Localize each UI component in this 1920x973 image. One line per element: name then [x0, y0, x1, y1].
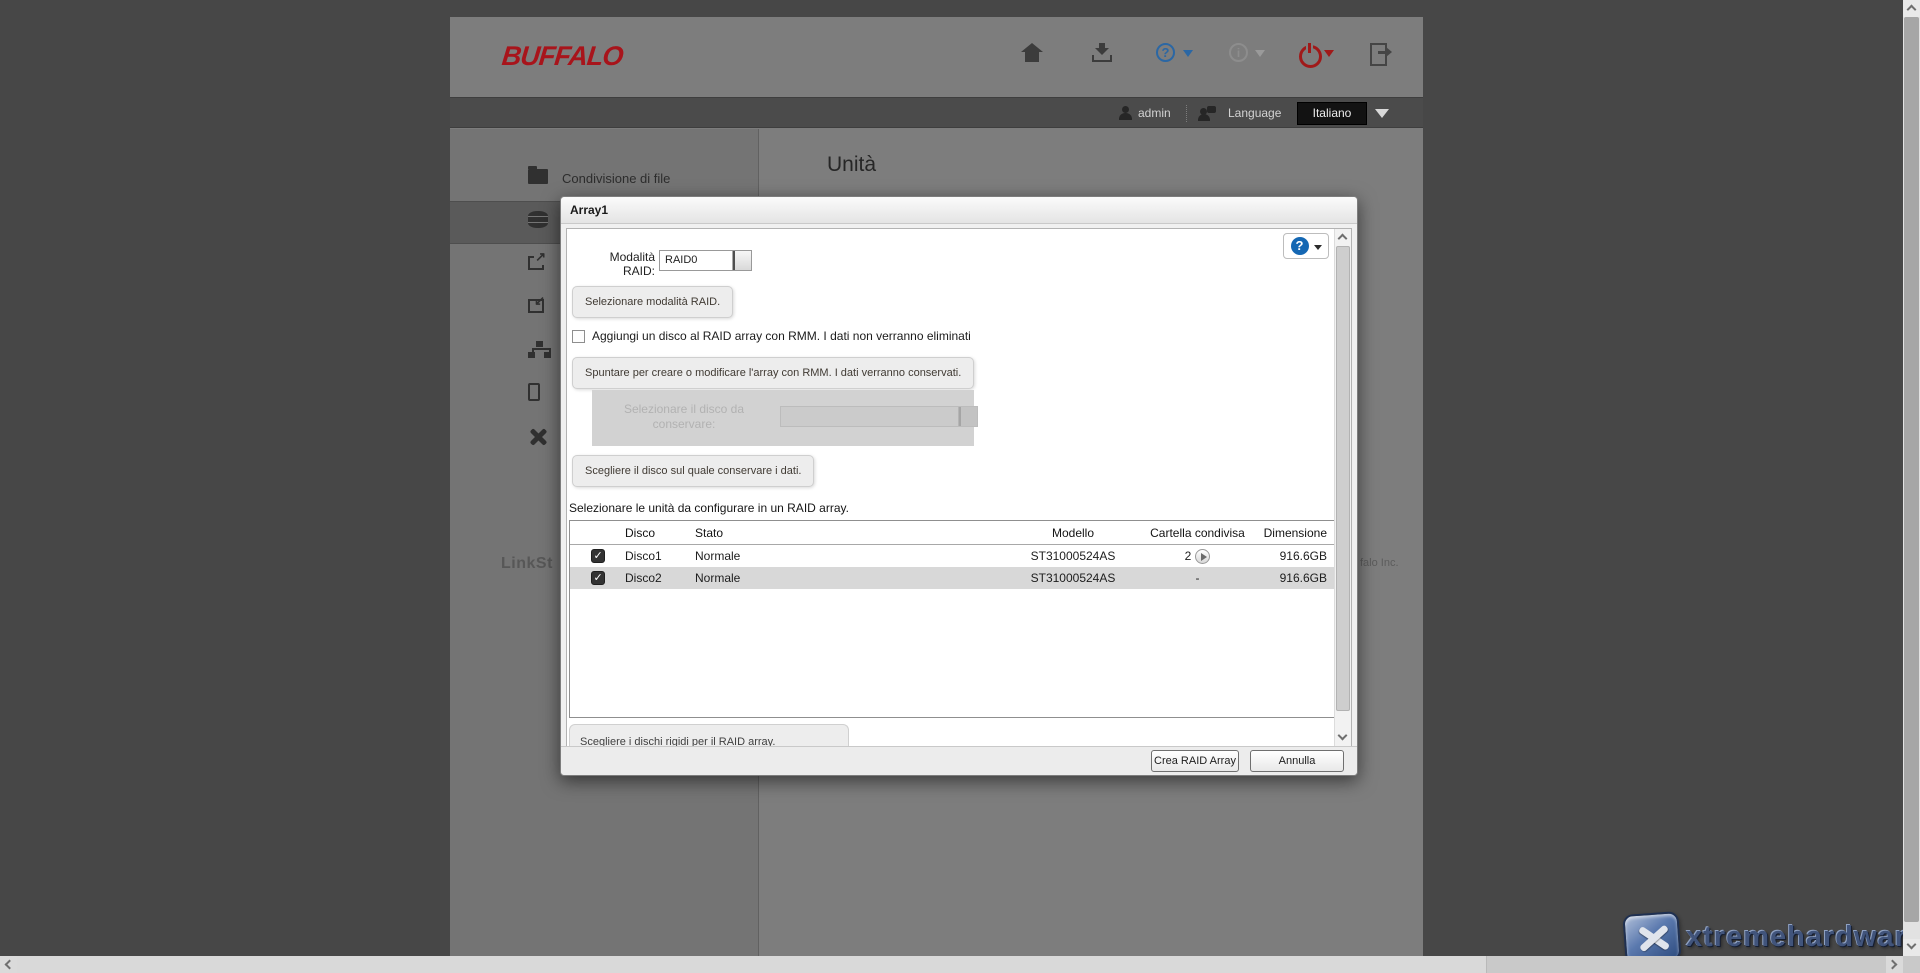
- status-hint: Scegliere i dischi rigidi per il RAID ar…: [569, 724, 849, 747]
- cell-modello: ST31000524AS: [1005, 549, 1141, 563]
- disk-stack-icon[interactable]: [528, 211, 548, 228]
- cancel-button[interactable]: Annulla: [1250, 750, 1344, 772]
- box-arrow-in-icon[interactable]: [528, 299, 544, 313]
- logout-arrow: [1386, 47, 1392, 57]
- buffalo-logo: BUFFALO: [500, 41, 624, 72]
- table-row-disco1[interactable]: Disco1 Normale ST31000524AS 2 916.6GB: [570, 545, 1334, 567]
- download-icon[interactable]: [1092, 43, 1112, 62]
- cell-dimensione: 916.6GB: [1254, 549, 1332, 563]
- browser-horizontal-scrollbar[interactable]: [0, 956, 1920, 973]
- chevron-down-icon: [959, 407, 961, 426]
- scroll-up-icon[interactable]: [1903, 0, 1920, 17]
- scroll-right-icon[interactable]: [1886, 956, 1903, 973]
- raid-mode-label: Modalità RAID:: [575, 250, 655, 278]
- column-stato: Stato: [695, 526, 1005, 540]
- user-icon: [1118, 106, 1132, 120]
- raid-mode-select[interactable]: RAID0: [659, 250, 752, 271]
- chevron-down-icon: [733, 251, 735, 270]
- page-header: BUFFALO ? i: [450, 17, 1423, 97]
- help-icon[interactable]: ?: [1156, 43, 1175, 62]
- help-caret-icon[interactable]: [1183, 50, 1193, 57]
- scroll-down-icon[interactable]: [1903, 939, 1920, 956]
- folder-icon: [528, 169, 548, 184]
- speech-bubble: [1207, 106, 1216, 113]
- column-disco: Disco: [625, 526, 695, 540]
- keep-disk-disabled-panel: Selezionare il disco da conservare:: [592, 390, 974, 446]
- userbar-divider: [1186, 105, 1187, 122]
- dialog-scrollbar[interactable]: [1334, 229, 1351, 746]
- disk-table: Disco Stato Modello Cartella condivisa D…: [569, 520, 1335, 718]
- language-label: Language: [1228, 106, 1281, 120]
- scroll-up-icon[interactable]: [1335, 229, 1352, 245]
- dialog-content: ? Modalità RAID: RAID0 Selezionare modal…: [566, 228, 1352, 747]
- xtremehardware-watermark: xtremehardware.com: [1624, 913, 1920, 962]
- power-icon[interactable]: [1299, 43, 1318, 62]
- power-caret-icon[interactable]: [1324, 50, 1334, 57]
- scroll-down-icon[interactable]: [1335, 730, 1352, 746]
- vertical-scrollbar-thumb[interactable]: [1904, 17, 1919, 922]
- row-checkbox-checked[interactable]: [591, 571, 605, 585]
- disk-table-header: Disco Stato Modello Cartella condivisa D…: [570, 521, 1334, 545]
- select-units-label: Selezionare le unità da configurare in u…: [569, 501, 849, 515]
- row-checkbox-checked[interactable]: [591, 549, 605, 563]
- cell-dimensione: 916.6GB: [1254, 571, 1332, 585]
- browser-vertical-scrollbar[interactable]: [1903, 0, 1920, 956]
- network-icon[interactable]: [528, 341, 550, 360]
- box-arrow-out-icon[interactable]: [528, 256, 544, 270]
- keep-disk-label: Selezionare il disco da conservare:: [604, 402, 764, 432]
- home-door: [1030, 56, 1034, 62]
- sidebar-item-label: Condivisione di file: [562, 171, 670, 186]
- table-row-disco2[interactable]: Disco2 Normale ST31000524AS - 916.6GB: [570, 567, 1334, 589]
- logout-icon[interactable]: [1370, 43, 1392, 62]
- rmm-hint: Spuntare per creare o modificare l'array…: [572, 357, 974, 389]
- page-title: Unità: [827, 153, 876, 177]
- cell-disco: Disco1: [625, 549, 695, 563]
- create-raid-array-button[interactable]: Crea RAID Array: [1151, 750, 1239, 772]
- user-language-bar: admin Language Italiano: [450, 97, 1423, 128]
- copyright-text: falo Inc.: [1360, 557, 1399, 569]
- tools-icon[interactable]: [528, 427, 548, 447]
- dialog-title: Array1: [561, 197, 1357, 224]
- cell-cartella: -: [1141, 571, 1254, 585]
- cell-modello: ST31000524AS: [1005, 571, 1141, 585]
- keep-disk-hint: Scegliere il disco sul quale conservare …: [572, 455, 814, 487]
- cell-cartella: 2: [1185, 549, 1192, 563]
- download-tray: [1092, 55, 1112, 62]
- linkstation-logo: LinkSt: [501, 555, 553, 573]
- raid-mode-hint: Selezionare modalità RAID.: [572, 286, 733, 318]
- language-caret-icon[interactable]: [1375, 109, 1389, 118]
- rmm-checkbox-label[interactable]: Aggiungi un disco al RAID array con RMM.…: [592, 329, 971, 343]
- select-dropdown-button[interactable]: [732, 251, 751, 270]
- raid-array-dialog: Array1 ? Modalità RAID: RAID0 Selezionar…: [560, 196, 1358, 776]
- play-icon[interactable]: [1195, 549, 1210, 564]
- language-icon: [1198, 106, 1216, 121]
- info-caret-icon[interactable]: [1255, 50, 1265, 57]
- column-cartella-condivisa: Cartella condivisa: [1141, 526, 1254, 540]
- select-dropdown-button-disabled: [958, 407, 977, 426]
- raid-mode-value: RAID0: [665, 254, 697, 266]
- column-modello: Modello: [1005, 526, 1141, 540]
- help-circle-icon: ?: [1291, 237, 1309, 255]
- dialog-help-button[interactable]: ?: [1283, 233, 1329, 259]
- scrollbar-thumb[interactable]: [1336, 246, 1350, 711]
- keep-disk-select: [780, 406, 978, 427]
- language-select[interactable]: Italiano: [1297, 102, 1367, 125]
- sidebar-item-file-sharing[interactable]: Condivisione di file: [450, 158, 758, 201]
- home-icon[interactable]: [1021, 43, 1043, 63]
- rmm-checkbox[interactable]: [572, 330, 585, 343]
- help-caret-icon: [1314, 245, 1322, 250]
- mobile-icon[interactable]: [528, 383, 540, 401]
- cell-disco: Disco2: [625, 571, 695, 585]
- column-dimensione: Dimensione: [1254, 526, 1332, 540]
- scroll-left-icon[interactable]: [0, 956, 17, 973]
- cell-stato: Normale: [695, 549, 1005, 563]
- watermark-text: xtremehardware.com: [1686, 921, 1920, 954]
- username-label: admin: [1138, 106, 1171, 120]
- dialog-footer: Crea RAID Array Annulla: [561, 746, 1357, 775]
- info-icon[interactable]: i: [1229, 43, 1248, 62]
- cell-stato: Normale: [695, 571, 1005, 585]
- horizontal-scrollbar-thumb[interactable]: [17, 956, 1487, 973]
